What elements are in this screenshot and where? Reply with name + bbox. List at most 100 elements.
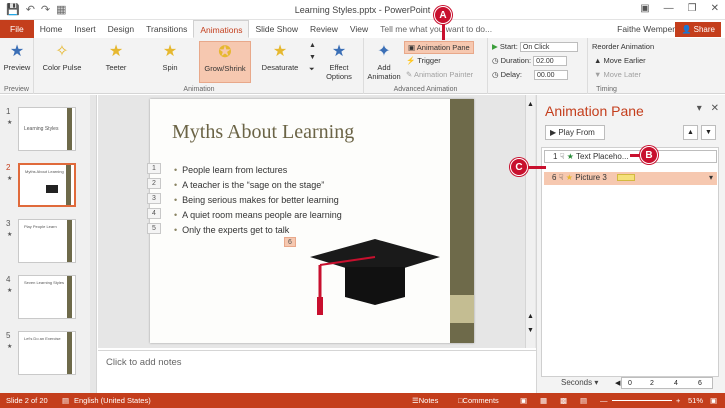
notes-pane[interactable]: Click to add notes bbox=[98, 350, 536, 377]
callout-c-arrow bbox=[528, 166, 546, 169]
zoom-out-icon[interactable]: — bbox=[600, 393, 608, 408]
close-icon[interactable]: ✕ bbox=[711, 3, 719, 14]
advanced-animation-group: ✦ Add Animation ▣ Animation Pane ⚡ Trigg… bbox=[364, 38, 488, 94]
proofing-icon[interactable]: ▤ bbox=[62, 393, 69, 408]
start-select[interactable]: On Click bbox=[519, 42, 578, 53]
gallery-more-icon[interactable]: ⏷ bbox=[309, 66, 315, 74]
language-indicator[interactable]: English (United States) bbox=[74, 393, 151, 408]
thumbnail-bar bbox=[67, 276, 72, 318]
zoom-slider[interactable] bbox=[612, 400, 672, 401]
ribbon-options-icon[interactable]: ▣ bbox=[640, 3, 649, 14]
move-up-button[interactable]: ▲ bbox=[683, 125, 698, 140]
slide-title[interactable]: Myths About Learning bbox=[172, 121, 354, 144]
desaturate-icon: ★ bbox=[272, 43, 288, 60]
slide-show-icon[interactable]: ▤ bbox=[580, 393, 587, 408]
tab-animations[interactable]: Animations bbox=[193, 20, 250, 38]
gallery-up-icon[interactable]: ▲ bbox=[309, 42, 316, 49]
comments-button[interactable]: □ Comments bbox=[458, 393, 499, 408]
tab-view[interactable]: View bbox=[344, 20, 374, 38]
preview-button[interactable]: ★ Preview bbox=[0, 41, 34, 83]
preview-star-icon: ★ bbox=[9, 43, 25, 60]
restore-icon[interactable]: ❐ bbox=[688, 3, 697, 14]
thumbnails-scrollbar[interactable] bbox=[90, 95, 96, 393]
animation-painter-button[interactable]: ✎ Animation Painter bbox=[406, 70, 473, 79]
tab-file[interactable]: File bbox=[0, 20, 34, 38]
minimize-icon[interactable]: — bbox=[664, 3, 674, 14]
tab-design[interactable]: Design bbox=[102, 20, 140, 38]
add-animation-button[interactable]: ✦ Add Animation bbox=[366, 41, 402, 83]
tab-review[interactable]: Review bbox=[304, 20, 344, 38]
animation-marker-icon: ★ bbox=[7, 120, 13, 126]
duration-field[interactable]: 02.00 bbox=[533, 56, 568, 67]
animation-item-picture[interactable]: 6 ☟ ★ Picture 3 ▾ bbox=[544, 172, 717, 185]
desaturate-label: Desaturate bbox=[261, 63, 299, 72]
tab-insert[interactable]: Insert bbox=[68, 20, 101, 38]
move-earlier-button[interactable]: ▲ Move Earlier bbox=[594, 56, 646, 65]
animation-tag[interactable]: 3 bbox=[147, 193, 161, 204]
item-dropdown-icon[interactable]: ▾ bbox=[709, 172, 713, 184]
share-button[interactable]: 👤 Share bbox=[675, 22, 721, 37]
move-later-button[interactable]: ▼ Move Later bbox=[594, 70, 641, 79]
delay-icon: ◷ bbox=[492, 70, 501, 79]
thumbnail-1[interactable]: 1 ★ Learning Styles bbox=[4, 107, 92, 155]
zoom-in-icon[interactable]: + bbox=[676, 393, 680, 408]
move-down-button[interactable]: ▼ bbox=[701, 125, 716, 140]
seconds-dropdown[interactable]: Seconds ▾ bbox=[561, 378, 598, 387]
spin-icon: ★ bbox=[162, 43, 178, 60]
thumbnail-title: Learning Styles bbox=[24, 126, 59, 132]
scale-tick: 4 bbox=[674, 380, 678, 387]
graduation-cap-image[interactable] bbox=[300, 235, 450, 325]
current-slide[interactable]: Myths About Learning 1 2 3 4 5 People le… bbox=[147, 99, 474, 343]
fit-to-window-icon[interactable]: ▣ bbox=[710, 393, 717, 408]
timeline-bar[interactable] bbox=[617, 174, 636, 182]
tell-me-box[interactable]: Tell me what you want to do... bbox=[380, 20, 492, 38]
start-row: ▶ Start: On Click bbox=[492, 42, 578, 53]
animation-tag[interactable]: 1 bbox=[147, 163, 161, 174]
pane-close-icon[interactable]: ✕ bbox=[711, 103, 719, 114]
notes-button[interactable]: ☰ Notes bbox=[412, 393, 438, 408]
anim-teeter[interactable]: ★ Teeter bbox=[93, 41, 139, 83]
slide-bullet-list[interactable]: People learn from lectures A teacher is … bbox=[174, 163, 342, 238]
thumbnail-title: Let's Do an Exercise bbox=[24, 336, 61, 341]
scale-left-icon[interactable]: ◀ bbox=[615, 378, 620, 389]
title-bar: 💾 ↶ ↷ ▦ Learning Styles.pptx - PowerPoin… bbox=[0, 0, 725, 20]
animation-tag[interactable]: 4 bbox=[147, 208, 161, 219]
previous-slide-icon[interactable]: ▲ bbox=[527, 313, 534, 320]
normal-view-icon[interactable]: ▣ bbox=[520, 393, 527, 408]
anim-desaturate[interactable]: ★ Desaturate bbox=[257, 41, 303, 83]
tab-slide-show[interactable]: Slide Show bbox=[249, 20, 304, 38]
thumbnail-4[interactable]: 4 ★ Seven Learning Styles bbox=[4, 275, 92, 323]
slide-sorter-icon[interactable]: ▦ bbox=[540, 393, 547, 408]
anim-grow-shrink[interactable]: ✪ Grow/Shrink bbox=[199, 41, 251, 83]
user-name[interactable]: Faithe Wempen bbox=[617, 24, 677, 34]
tab-transitions[interactable]: Transitions bbox=[140, 20, 193, 38]
zoom-level[interactable]: 51% bbox=[688, 393, 703, 408]
scroll-up-icon[interactable]: ▲ bbox=[527, 101, 534, 108]
timeline-scale[interactable]: ◀ 0 2 4 6 bbox=[615, 377, 713, 389]
thumbnail-3[interactable]: 3 ★ Play People Learn bbox=[4, 219, 92, 267]
bullet-item: A quiet room means people are learning bbox=[174, 208, 342, 223]
gallery-down-icon[interactable]: ▼ bbox=[309, 54, 316, 61]
thumbnail-number: 4 bbox=[6, 275, 11, 284]
add-animation-icon: ✦ bbox=[377, 43, 391, 60]
effect-options-button[interactable]: ★ Effect Options bbox=[319, 41, 359, 83]
animation-tag-picture[interactable]: 6 bbox=[284, 237, 296, 247]
animation-tag[interactable]: 2 bbox=[147, 178, 161, 189]
trigger-button[interactable]: ⚡ Trigger bbox=[406, 56, 441, 65]
thumbnail-2[interactable]: 2 ★ Myths About Learning bbox=[4, 163, 92, 211]
delay-field[interactable]: 00.00 bbox=[534, 70, 568, 81]
slide-counter: Slide 2 of 20 bbox=[6, 396, 48, 405]
slide-scrollbar[interactable]: ▲ ▲ ▼ bbox=[525, 95, 535, 348]
animation-pane-button[interactable]: ▣ Animation Pane bbox=[404, 41, 474, 54]
next-slide-icon[interactable]: ▼ bbox=[527, 327, 534, 334]
animation-list: 1 ☟ ★ Text Placeho... 6 ☟ ★ Picture 3 ▾ bbox=[541, 147, 719, 377]
anim-spin[interactable]: ★ Spin bbox=[147, 41, 193, 83]
tab-home[interactable]: Home bbox=[34, 20, 69, 38]
animation-group-label: Animation bbox=[183, 86, 215, 93]
play-from-button[interactable]: ▶ Play From bbox=[545, 125, 605, 140]
reading-view-icon[interactable]: ▩ bbox=[560, 393, 567, 408]
thumbnail-5[interactable]: 5 ★ Let's Do an Exercise bbox=[4, 331, 92, 379]
animation-tag[interactable]: 5 bbox=[147, 223, 161, 234]
pane-options-icon[interactable]: ▾ bbox=[697, 103, 702, 114]
anim-color-pulse[interactable]: ✧ Color Pulse bbox=[39, 41, 85, 83]
